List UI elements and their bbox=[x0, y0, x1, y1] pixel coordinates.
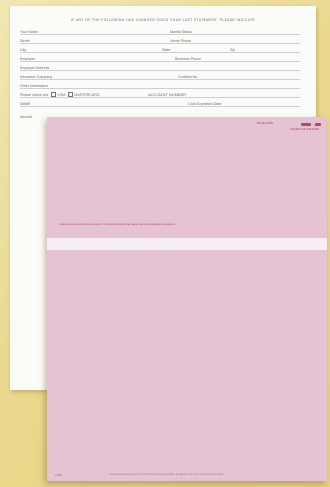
row-amount: Amount bbox=[20, 113, 50, 120]
field-line bbox=[20, 97, 300, 98]
other-information-label: Other Information bbox=[20, 84, 50, 88]
use-one-form-label: PLEASE USE ONE FORM bbox=[290, 128, 319, 131]
front-form-sheet: BILLING DATE PLEASE USE ONE FORM PLEASE … bbox=[47, 117, 327, 481]
field-line bbox=[20, 79, 300, 80]
mastercard-label: MASTERCARD bbox=[74, 93, 100, 97]
employer-address-label: Employer Address bbox=[20, 66, 52, 70]
row-street: Street Home Phone bbox=[20, 37, 300, 44]
card-expiration-label: Card Expiration Date bbox=[188, 102, 224, 106]
marital-status-label: Marital Status bbox=[170, 30, 194, 34]
visa-checkbox[interactable] bbox=[51, 92, 57, 97]
field-line bbox=[20, 61, 300, 62]
field-line bbox=[20, 70, 300, 71]
field-line bbox=[20, 34, 300, 35]
visa-label: VISA bbox=[57, 93, 66, 97]
employer-label: Employer bbox=[20, 57, 38, 61]
billing-date-label: BILLING DATE bbox=[256, 122, 273, 125]
amount-label: Amount bbox=[20, 115, 35, 119]
row-employer-address: Employer Address bbox=[20, 64, 300, 71]
billing-date-box bbox=[301, 123, 311, 126]
perforation-strip bbox=[47, 238, 327, 250]
form-code: L1530 bbox=[55, 474, 62, 477]
form-heading: IF ANY OF THE FOLLOWING HAS CHANGED SINC… bbox=[70, 18, 256, 22]
row-other-info: Other Information bbox=[20, 82, 300, 89]
state-label: State bbox=[162, 48, 173, 52]
field-line bbox=[20, 106, 300, 107]
contract-no-label: Contract No. bbox=[178, 75, 201, 79]
row-insurance: Insurance Company Contract No. bbox=[20, 73, 300, 80]
field-line bbox=[20, 43, 300, 44]
business-phone-label: Business Phone bbox=[175, 57, 203, 61]
zip-label: Zip bbox=[230, 48, 237, 52]
row-card-name: NAME Card Expiration Date bbox=[20, 100, 300, 107]
mastercard-checkbox[interactable] bbox=[68, 92, 74, 97]
field-line bbox=[20, 52, 300, 53]
street-label: Street bbox=[20, 39, 32, 43]
city-label: City bbox=[20, 48, 29, 52]
please-check-one-label: Please check one bbox=[20, 93, 49, 97]
address-change-note: PLEASE CHECK BOX IF ABOVE ADDRESS IS INC… bbox=[59, 225, 176, 226]
field-line bbox=[20, 88, 300, 89]
name-label: NAME bbox=[20, 102, 33, 106]
account-number-label: ACCOUNT NUMBER bbox=[148, 92, 189, 97]
row-city: City State Zip bbox=[20, 46, 300, 53]
row-card-type: Please check one VISA MASTERCARD ACCOUNT… bbox=[20, 91, 300, 98]
home-phone-label: Home Phone bbox=[170, 39, 193, 43]
row-name: Your Name Marital Status bbox=[20, 28, 300, 35]
page-box bbox=[315, 123, 321, 126]
card-type-group: Please check one VISA MASTERCARD bbox=[20, 92, 102, 97]
row-employer: Employer Business Phone bbox=[20, 55, 300, 62]
your-name-label: Your Name bbox=[20, 30, 40, 34]
insurance-company-label: Insurance Company bbox=[20, 75, 55, 79]
detach-instructions: PLEASE DETACH AND RETURN TOP PORTION WIT… bbox=[109, 474, 225, 476]
